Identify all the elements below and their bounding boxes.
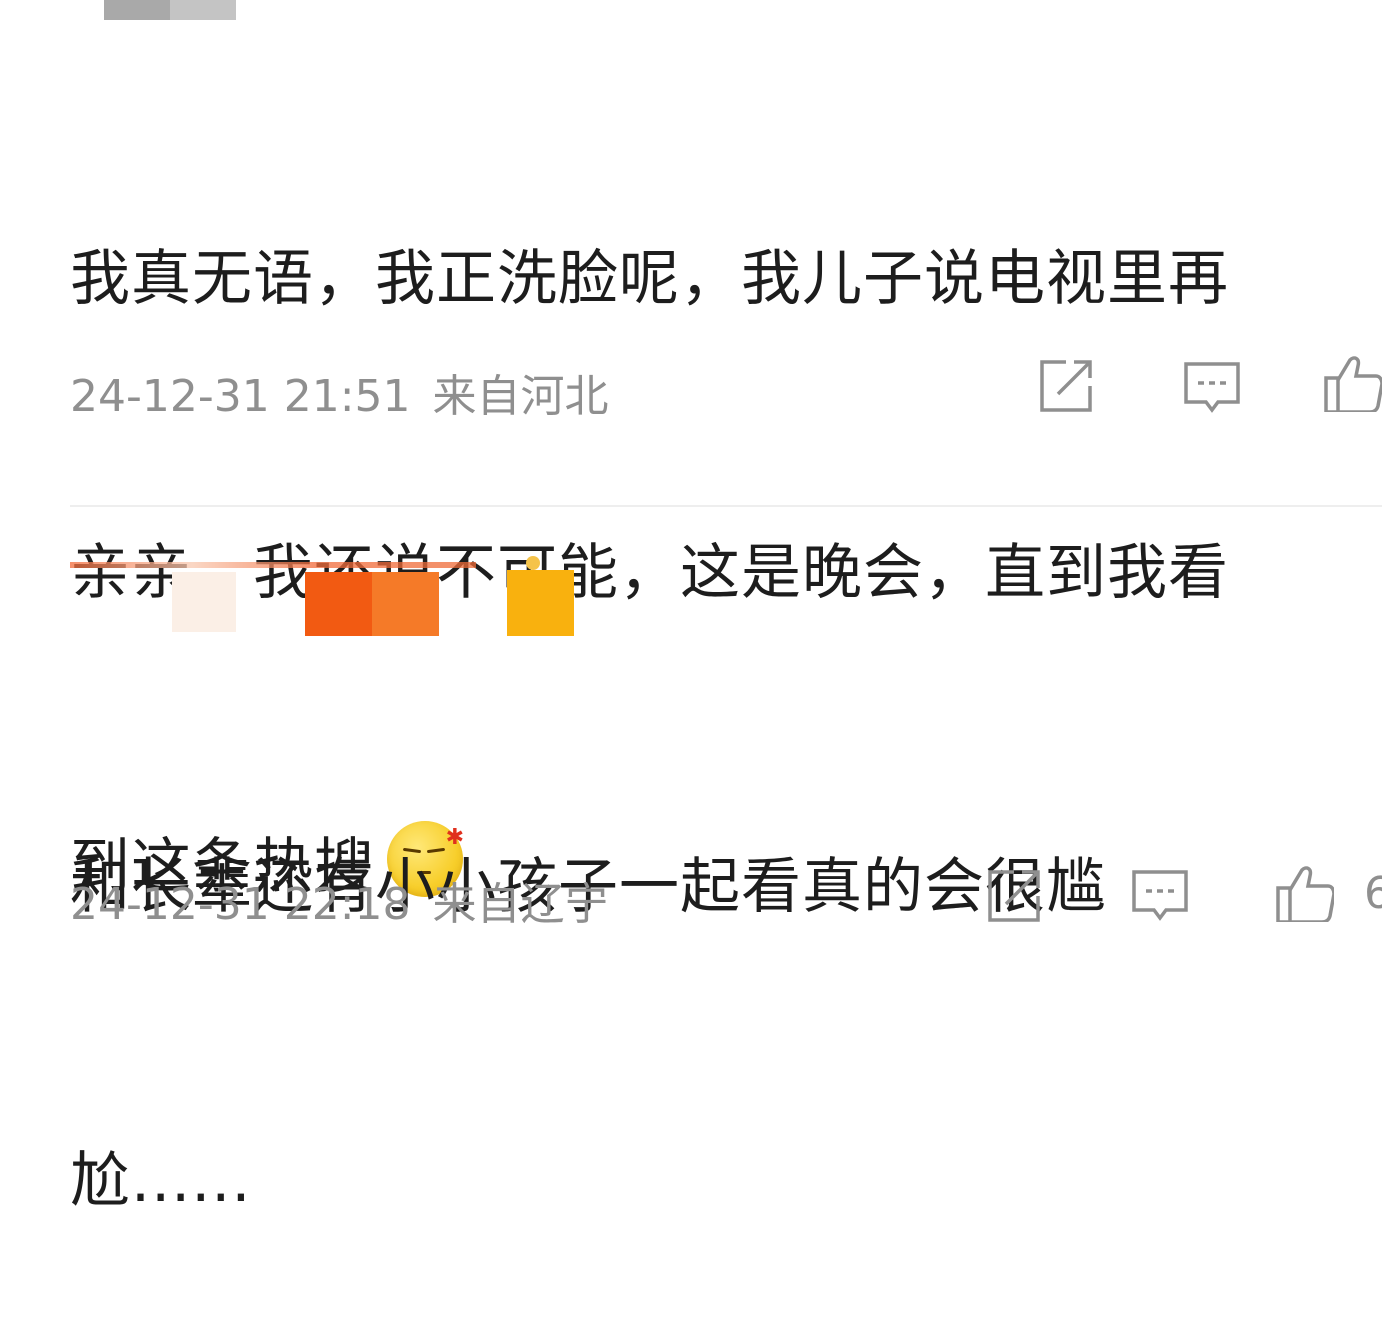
redacted-badge	[507, 570, 574, 636]
comment-divider	[70, 505, 1382, 507]
comment-1-line-2: 亲亲，我还说不可能，这是晚会，直到我看	[70, 538, 1229, 608]
comment-1-timestamp: 24-12-31 21:51	[70, 371, 411, 422]
redacted-block	[526, 556, 540, 570]
comment-2-line-2: 尬......	[70, 1146, 252, 1216]
comment-2-timestamp: 24-12-31 22:18	[70, 879, 411, 930]
redacted-block	[305, 572, 439, 636]
comment-1-meta: 24-12-31 21:51 来自河北	[70, 360, 609, 424]
comment-2-text: 和长辈还有小小孩子一起看真的会很尴 尬......	[70, 642, 1107, 1328]
redacted-username	[70, 562, 476, 568]
thumbs-up-icon[interactable]	[1322, 352, 1382, 412]
share-icon[interactable]	[984, 866, 1044, 926]
comment-1-location: 来自河北	[432, 371, 609, 422]
comment-icon[interactable]	[1182, 358, 1242, 418]
avatar[interactable]	[104, 0, 236, 20]
comment-icon[interactable]	[1130, 866, 1190, 926]
comment-2-meta: 24-12-31 22:18 来自辽宁	[70, 868, 609, 932]
comment-1-line-1: 我真无语，我正洗脸呢，我儿子说电视里再	[70, 244, 1229, 314]
like-count: 6	[1364, 868, 1382, 919]
share-icon[interactable]	[1036, 356, 1096, 416]
comment-2-location: 来自辽宁	[432, 879, 609, 930]
redacted-block	[172, 572, 236, 632]
thumbs-up-icon[interactable]	[1274, 862, 1334, 922]
